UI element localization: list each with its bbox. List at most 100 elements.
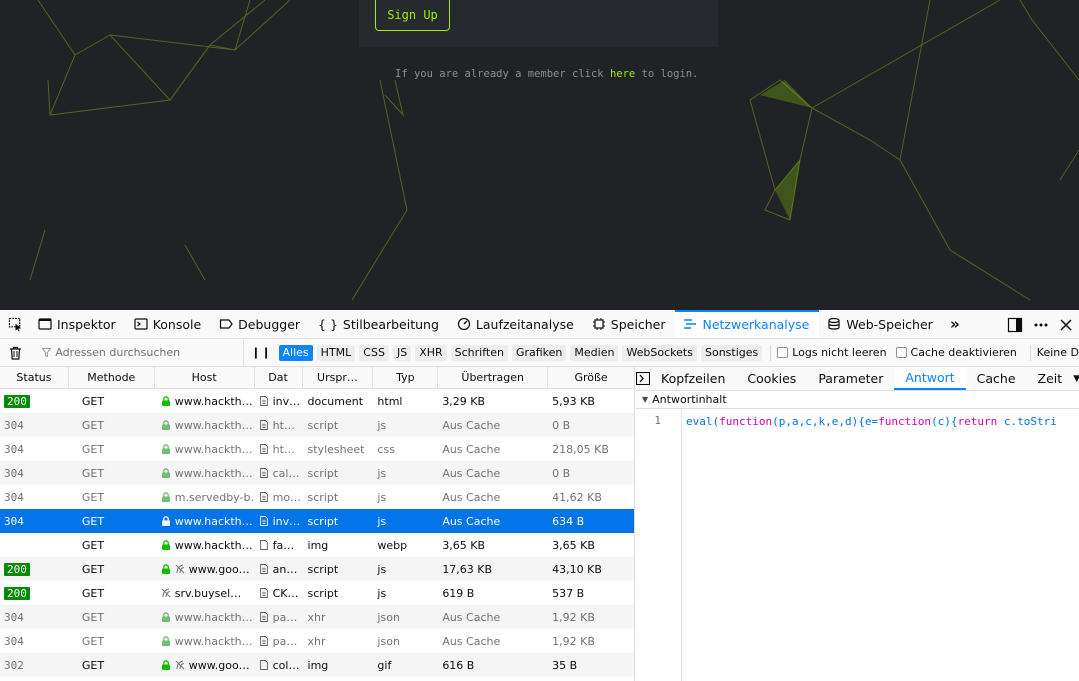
file-icon (259, 636, 268, 646)
cell-file: pa… (255, 605, 303, 629)
tab-stilbearbeitung[interactable]: { } Stilbearbeitung (310, 310, 449, 338)
pause-icon: ❙❙ (251, 346, 272, 359)
toolbar-divider (1029, 344, 1031, 361)
filter-schriften[interactable]: Schriften (450, 344, 508, 361)
response-code-view[interactable]: 1 eval(function(p,a,c,k,e,d){e=function(… (636, 409, 1079, 681)
disable-cache-checkbox[interactable]: Cache deaktivieren (895, 346, 1017, 359)
tab-label: Stilbearbeitung (342, 316, 439, 332)
tab-debugger[interactable]: Debugger (211, 310, 310, 338)
table-row[interactable]: 304 GET www.hackth… cal… script js Aus Cache 0 … (0, 461, 634, 485)
chevrons-right-icon: » (949, 315, 960, 333)
filter-websockets[interactable]: WebSockets (622, 344, 697, 361)
column-host[interactable]: Host (155, 367, 255, 388)
tab-konsole[interactable]: Konsole (126, 310, 211, 338)
table-row[interactable]: 200 GET srv.buysel… CK… script js 619 B 537 B (0, 581, 634, 605)
url-filter-input[interactable]: Adressen durchsuchen (30, 339, 245, 366)
filter-sonstiges[interactable]: Sonstiges (700, 344, 763, 361)
tab-web-speicher[interactable]: Web-Speicher (819, 310, 942, 338)
close-icon[interactable] (1059, 318, 1073, 332)
tab-antwort[interactable]: Antwort (894, 367, 966, 390)
filter-css[interactable]: CSS (359, 344, 389, 361)
tab-speicher[interactable]: Speicher (584, 310, 676, 338)
column-transferred[interactable]: Übertragen (438, 367, 549, 388)
file-icon (259, 612, 268, 622)
file-text: pa… (272, 634, 298, 648)
cell-method: GET (81, 490, 105, 504)
more-tools-button[interactable]: » (943, 310, 967, 338)
table-row[interactable]: 302 GET www.goo… col… img gif 616 B 35 B (0, 653, 634, 677)
tab-cache[interactable]: Cache (966, 367, 1027, 390)
filter-xhr[interactable]: XHR (415, 344, 447, 361)
tab-inspektor[interactable]: Inspektor (30, 310, 126, 338)
tab-zeit[interactable]: Zeit (1027, 367, 1074, 390)
file-icon (259, 492, 268, 502)
checkbox-box[interactable] (777, 347, 789, 358)
login-link[interactable]: here (610, 68, 635, 80)
table-row[interactable]: 200 GET www.hackth… inv… document html 3,29 KB… (0, 389, 634, 413)
persist-logs-checkbox[interactable]: Logs nicht leeren (777, 346, 887, 359)
meatball-menu-icon[interactable] (1033, 317, 1049, 333)
pause-button[interactable]: ❙❙ (244, 346, 278, 359)
cell-cause: script (307, 490, 339, 504)
element-picker-button[interactable] (0, 310, 30, 338)
dock-side-icon[interactable] (1007, 317, 1023, 333)
tab-label: Konsole (152, 316, 202, 332)
column-size[interactable]: Größe (548, 367, 634, 388)
memory-icon (592, 318, 605, 330)
table-row[interactable]: 304 GET www.hackth… inv… script js Aus Cache 63… (0, 509, 634, 533)
column-type[interactable]: Typ (373, 367, 439, 388)
tab-netzwerkanalyse[interactable]: Netzwerkanalyse (675, 310, 820, 338)
tracker-icon (175, 660, 185, 670)
filter-html[interactable]: HTML (316, 344, 356, 361)
table-row[interactable]: GET www.hackth… fa… img webp 3,65 KB 3,65 KB (0, 533, 634, 557)
cell-host: srv.buysel… (155, 581, 255, 605)
tab-parameter[interactable]: Parameter (807, 367, 894, 390)
tab-kopfzeilen[interactable]: Kopfzeilen (650, 367, 736, 390)
column-file[interactable]: Dat (255, 367, 303, 388)
filter-js[interactable]: JS (392, 344, 412, 361)
webpage-viewport: Sign Up If you are already a member clic… (0, 0, 1079, 310)
lock-icon (161, 492, 170, 502)
status-code: 304 (4, 418, 24, 432)
filter-grafiken[interactable]: Grafiken (511, 344, 567, 361)
cell-file: inv… (255, 509, 303, 533)
table-row[interactable]: 304 GET m.servedby-b… mo… script js Aus Cache 4… (0, 485, 634, 509)
filter-alles[interactable]: Alles (278, 344, 313, 361)
file-icon (259, 540, 268, 550)
throttling-select[interactable]: Keine D (1037, 346, 1079, 359)
more-tabs-button[interactable]: ▼ (1073, 367, 1079, 390)
table-row[interactable]: 304 GET www.hackth… ht… script js Aus Cache 0 B (0, 413, 634, 437)
column-status[interactable]: Status (0, 367, 69, 388)
screen: Sign Up If you are already a member clic… (0, 0, 1079, 681)
toggle-sidebar-button[interactable] (636, 367, 650, 390)
host-text: www.hackth… (174, 418, 253, 432)
sign-up-button[interactable]: Sign Up (375, 0, 450, 31)
checkbox-box[interactable] (895, 347, 907, 358)
file-icon (259, 516, 268, 526)
table-row[interactable]: 304 GET www.hackth… ht… stylesheet css Aus Cac… (0, 437, 634, 461)
response-section-header[interactable]: ▼ Antwortinhalt (636, 391, 1079, 409)
tab-cookies[interactable]: Cookies (736, 367, 807, 390)
cell-method: GET (81, 610, 105, 624)
table-row[interactable]: 304 GET www.hackth… pa… xhr json Aus Cache 1,92… (0, 605, 634, 629)
file-icon (259, 660, 268, 670)
caret-down-icon: ▼ (1073, 373, 1079, 384)
tab-laufzeitanalyse[interactable]: Laufzeitanalyse (449, 310, 584, 338)
filter-medien[interactable]: Medien (570, 344, 619, 361)
cell-size: 3,65 KB (552, 538, 595, 552)
cell-transferred: 3,65 KB (442, 538, 486, 552)
persist-logs-label: Logs nicht leeren (792, 346, 887, 359)
cell-type: json (377, 634, 400, 648)
table-row[interactable]: 200 GET www.goo… an… script js 17,63 KB 43,10 K… (0, 557, 634, 581)
cell-file: an… (255, 557, 303, 581)
cell-size: 35 B (552, 658, 578, 672)
cell-transferred: 619 B (442, 586, 475, 600)
cell-type: js (377, 490, 387, 504)
clear-button[interactable] (0, 346, 30, 360)
tab-label: Inspektor (57, 316, 116, 332)
column-cause[interactable]: Urspr… (303, 367, 374, 388)
cell-type: js (377, 466, 387, 480)
cell-cause: img (307, 658, 329, 672)
table-row[interactable]: 304 GET www.hackth… pa… xhr json Aus Cache 1,92… (0, 629, 634, 653)
column-method[interactable]: Methode (69, 367, 155, 388)
